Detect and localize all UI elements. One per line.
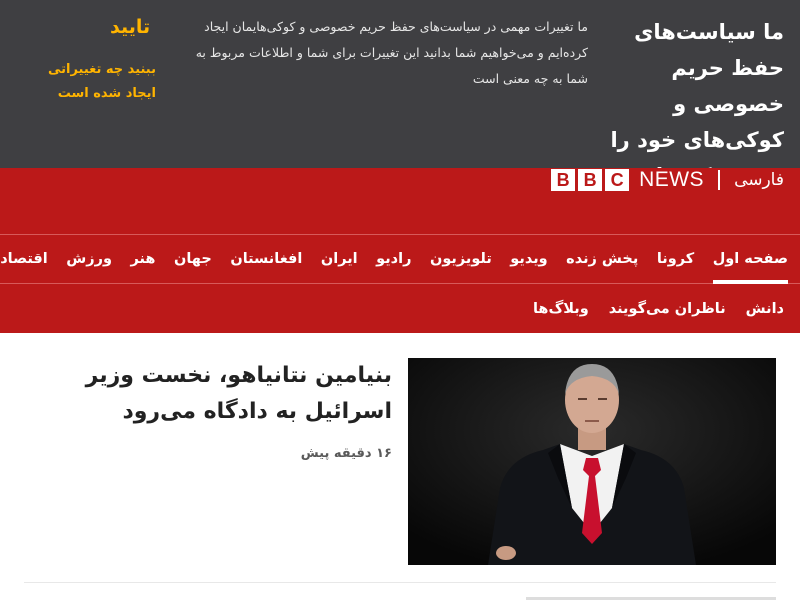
bbc-letter: C: [605, 169, 630, 191]
privacy-banner-title: ما سیاست‌های حفظ حریم خصوصی و کوکی‌های خ…: [610, 20, 784, 188]
nav-item-sport[interactable]: ورزش: [66, 235, 112, 283]
nav-item-blogs[interactable]: وبلاگ‌ها: [533, 284, 589, 333]
nav-item-tv[interactable]: تلویزیون: [430, 235, 492, 283]
nav-item-iran[interactable]: ایران: [321, 235, 358, 283]
news-wordmark: NEWS: [639, 168, 705, 191]
service-name: فارسی: [734, 170, 784, 190]
nav-item-economy[interactable]: اقتصاد: [0, 235, 48, 283]
nav-item-home[interactable]: صفحه اول: [712, 235, 789, 284]
bbc-letter: B: [578, 169, 603, 191]
nav-item-corona[interactable]: کرونا: [657, 235, 694, 283]
masthead: B B C NEWS فارسی: [0, 168, 800, 234]
accept-button[interactable]: تایید: [110, 16, 150, 38]
nav-item-live[interactable]: پخش زنده: [566, 235, 638, 283]
nav-item-world[interactable]: جهان: [174, 235, 212, 283]
nav-item-science[interactable]: دانش: [746, 284, 784, 333]
story-headline[interactable]: بنیامین نتانیاهو، نخست وزیر اسرائیل به د…: [60, 358, 392, 430]
privacy-banner-text: ما تغییرات مهمی در سیاست‌های حفظ حریم خص…: [195, 19, 588, 86]
bbc-blocks: B B C: [551, 169, 630, 191]
bbc-news-logo[interactable]: B B C NEWS فارسی: [551, 168, 784, 192]
netanyahu-photo: [408, 358, 776, 565]
nav-item-arts[interactable]: هنر: [130, 235, 155, 283]
primary-nav: صفحه اول کرونا پخش زنده ویدیو تلویزیون ر…: [0, 234, 800, 284]
secondary-nav: دانش ناظران می‌گویند وبلاگ‌ها: [0, 284, 800, 333]
story-image[interactable]: [408, 358, 776, 565]
nav-item-afghanistan[interactable]: افغانستان: [230, 235, 302, 283]
nav-item-video[interactable]: ویدیو: [510, 235, 547, 283]
story-timestamp: ۱۶ دقیقه پیش: [300, 446, 392, 461]
content-divider: [24, 582, 776, 583]
nav-item-radio[interactable]: رادیو: [376, 235, 411, 283]
see-changes-link[interactable]: ببنید چه تغییراتی ایجاد شده است: [46, 58, 156, 106]
nav-item-observers[interactable]: ناظران می‌گویند: [609, 284, 726, 333]
privacy-banner: ما سیاست‌های حفظ حریم خصوصی و کوکی‌های خ…: [0, 0, 800, 188]
brand-divider: [718, 170, 721, 190]
bbc-letter: B: [551, 169, 576, 191]
